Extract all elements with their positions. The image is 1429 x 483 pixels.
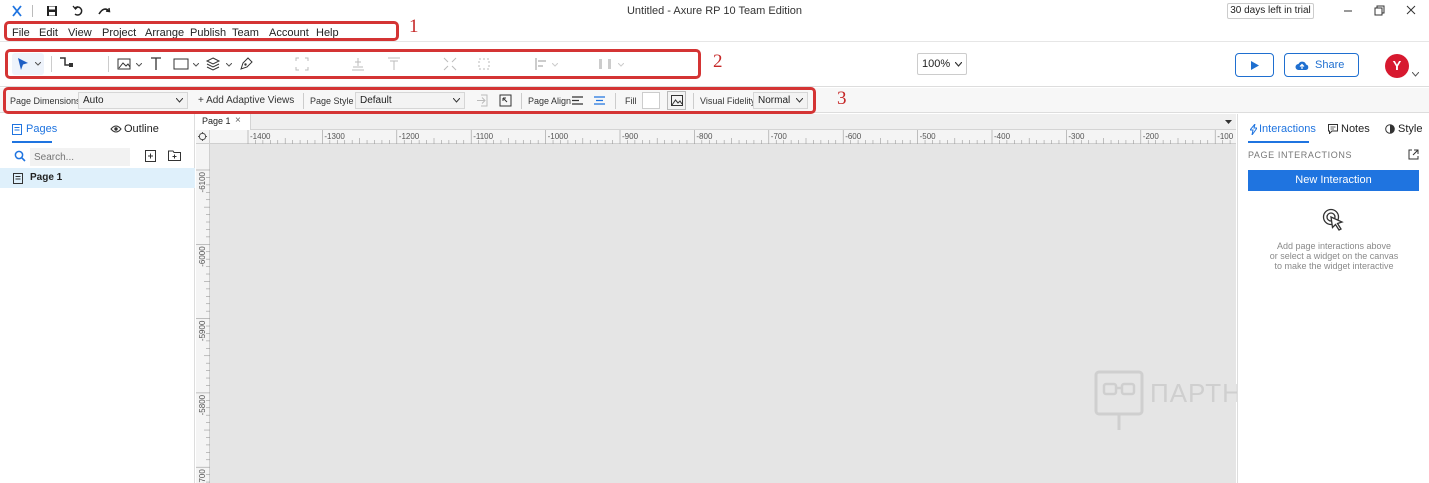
horizontal-ruler: -1400 -1300 -1200 -1100 -1000 -900 -800 -700 -60…: [196, 130, 1236, 144]
search-icon: [14, 150, 26, 162]
ruler-label: -5900: [198, 320, 207, 341]
canvas-area[interactable]: Page 1 × -1400 -1300 -1200 -1100 -1000 -900 -8…: [196, 114, 1333, 483]
hint-line: Add page interactions above: [1276, 241, 1392, 251]
minimize-icon[interactable]: [1339, 3, 1357, 19]
ruler-label: -1000: [548, 132, 569, 141]
close-icon[interactable]: [1402, 3, 1420, 19]
watermark-logo-icon: [1094, 370, 1144, 430]
ruler-label: -5700: [198, 469, 207, 483]
zoom-value: 100%: [922, 58, 951, 70]
trial-badge[interactable]: 30 days left in trial: [1227, 3, 1314, 19]
ruler-label: -600: [845, 132, 862, 141]
page-icon: [13, 173, 23, 184]
canvas-tab-bar: Page 1 ×: [196, 114, 1236, 130]
ruler-label: -200: [1143, 132, 1160, 141]
hint-line: or select a widget on the canvas: [1269, 251, 1399, 261]
pages-panel: Pages Outline Page 1: [0, 114, 195, 483]
share-label: Share: [1315, 59, 1345, 71]
callout-number-1: 1: [409, 16, 419, 37]
tab-outline-label: Outline: [124, 123, 159, 135]
add-folder-icon[interactable]: [168, 150, 181, 161]
cloud-upload-icon: [1295, 61, 1309, 70]
play-icon: [1251, 61, 1259, 70]
ruler-origin-icon: [198, 132, 207, 141]
notes-icon: [1328, 124, 1338, 134]
ruler-label: -1200: [399, 132, 420, 141]
chevron-down-icon[interactable]: [1225, 120, 1232, 125]
section-title: PAGE INTERACTIONS: [1248, 150, 1353, 160]
page-name: Page 1: [30, 172, 63, 183]
ruler-label: -1300: [324, 132, 345, 141]
tab-page-1-label: Page 1: [202, 116, 231, 126]
ruler-label: -1400: [250, 132, 271, 141]
share-button[interactable]: Share: [1284, 53, 1359, 77]
horizontal-ruler-ticks: -1400 -1300 -1200 -1100 -1000 -900 -800 -700 -60…: [247, 130, 1234, 144]
chevron-down-icon: [955, 62, 962, 67]
ruler-label: -500: [920, 132, 937, 141]
tab-interactions-label: Interactions: [1259, 123, 1316, 135]
vertical-ruler-ticks: -6100 -6000 -5900 -5800 -5700: [196, 169, 210, 483]
list-item[interactable]: Page 1: [0, 168, 195, 188]
style-icon: [1385, 124, 1395, 134]
vertical-ruler: -6100 -6000 -5900 -5800 -5700: [196, 130, 210, 483]
new-interaction-button[interactable]: New Interaction: [1248, 170, 1419, 191]
ruler-label: -100: [1217, 132, 1234, 141]
interactions-hint: Add page interactions above or select a …: [1238, 241, 1429, 271]
tab-page-1[interactable]: Page 1 ×: [196, 114, 251, 130]
callout-number-2: 2: [713, 51, 723, 72]
avatar[interactable]: Y: [1385, 54, 1409, 78]
ruler-label: -700: [771, 132, 788, 141]
tab-style-label: Style: [1398, 123, 1423, 135]
ruler-label: -6000: [198, 246, 207, 267]
ruler-label: -5800: [198, 394, 207, 415]
chevron-down-icon[interactable]: [1412, 72, 1419, 77]
pages-icon: [12, 124, 22, 135]
ruler-label: -800: [696, 132, 713, 141]
tab-close-icon[interactable]: ×: [235, 114, 241, 128]
ruler-label: -1100: [473, 132, 493, 141]
pages-search-input[interactable]: [30, 148, 130, 166]
window-title: Untitled - Axure RP 10 Team Edition: [626, 5, 803, 17]
restore-icon[interactable]: [1370, 3, 1388, 19]
zoom-select[interactable]: 100%: [917, 53, 967, 75]
ruler-label: -400: [994, 132, 1011, 141]
inspector-panel: Interactions Notes Style PAGE INTERACTIO…: [1237, 114, 1429, 483]
tab-pages-label: Pages: [26, 123, 58, 135]
callout-box-1: [4, 21, 399, 41]
tab-active-indicator: [1248, 141, 1309, 143]
ruler-corner[interactable]: [196, 130, 210, 144]
callout-number-3: 3: [837, 88, 847, 109]
ruler-label: -900: [622, 132, 639, 141]
add-page-icon[interactable]: [145, 150, 156, 162]
popout-icon[interactable]: [1408, 149, 1419, 160]
preview-button[interactable]: [1235, 53, 1274, 77]
lightning-icon: [1250, 124, 1257, 135]
callout-box-3: [3, 87, 816, 114]
tap-target-icon: [1322, 208, 1344, 231]
hint-line: to make the widget interactive: [1274, 261, 1394, 271]
title-bar: Untitled - Axure RP 10 Team Edition 30 d…: [0, 0, 1429, 22]
callout-box-2: [5, 49, 701, 79]
eye-icon: [110, 125, 122, 133]
tab-notes-label: Notes: [1341, 123, 1370, 135]
ruler-label: -6100: [198, 171, 207, 192]
tab-active-indicator: [12, 141, 52, 143]
ruler-label: -300: [1068, 132, 1085, 141]
